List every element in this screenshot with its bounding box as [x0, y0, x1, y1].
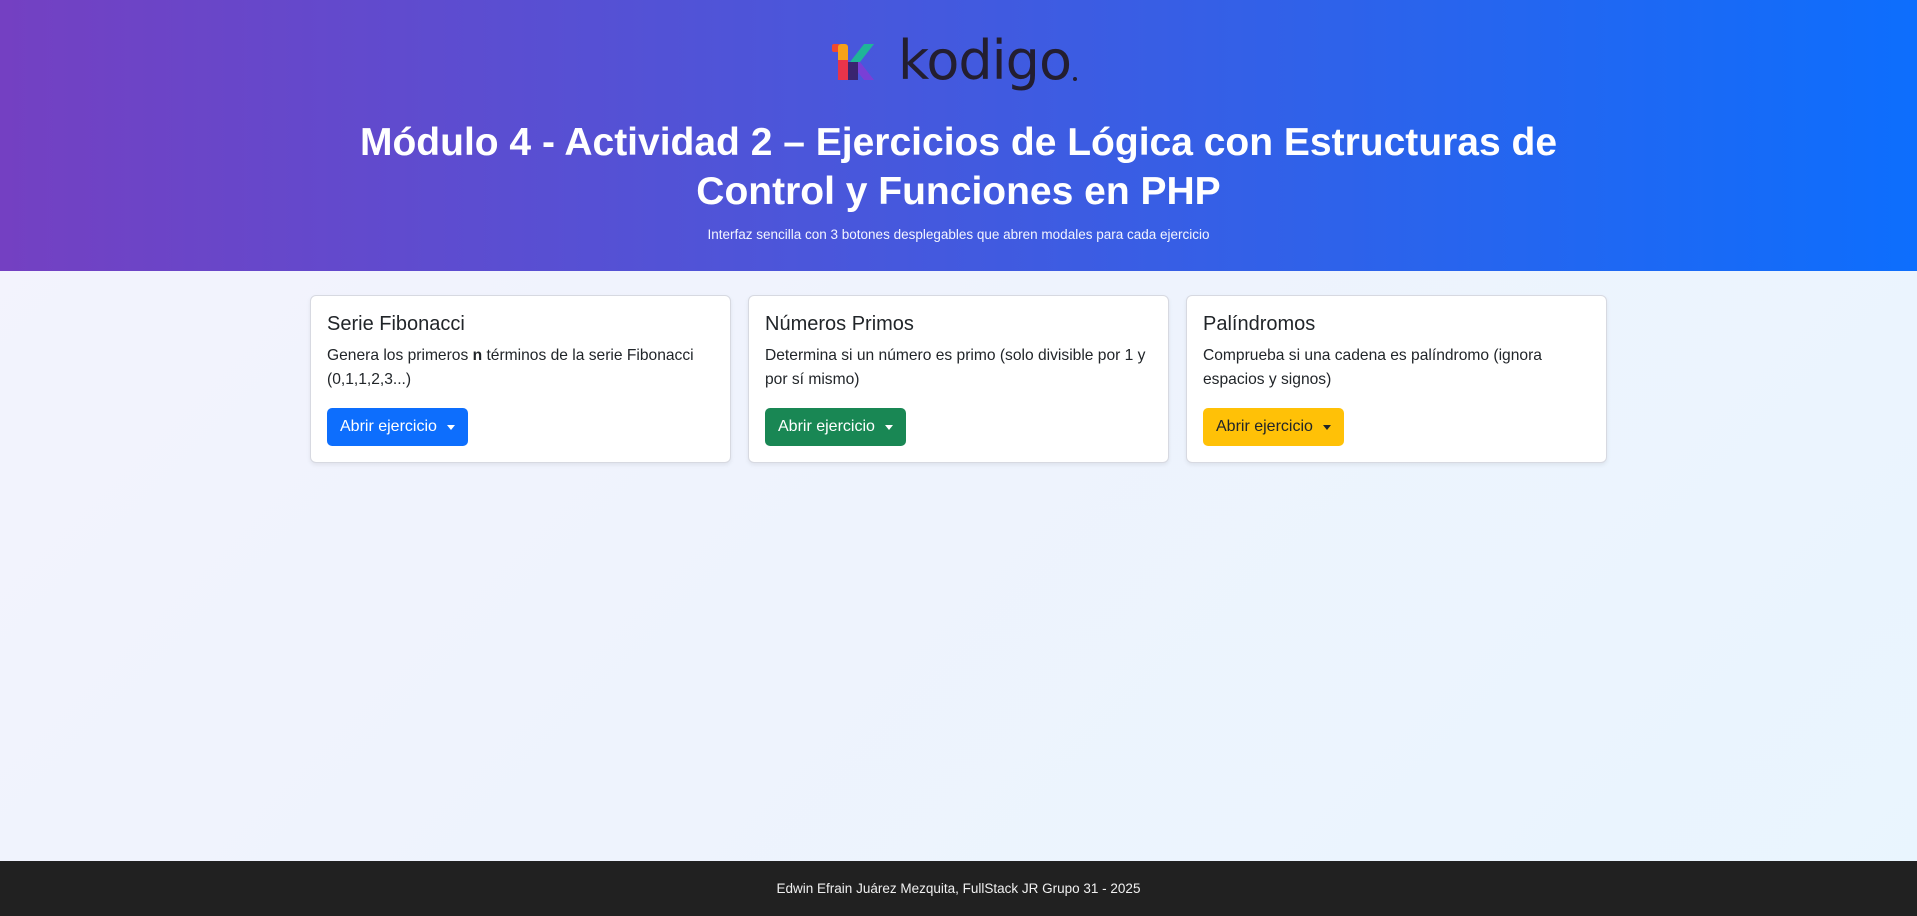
bold-n: n [472, 347, 483, 364]
open-exercise-button-primos[interactable]: Abrir ejercicio [765, 408, 906, 446]
page-footer: Edwin Efrain Juárez Mezquita, FullStack … [0, 861, 1917, 916]
kodigo-logo: kodigo [828, 34, 1088, 94]
exercise-cards: Serie Fibonacci Genera los primeros n té… [310, 295, 1607, 463]
caret-down-icon [1322, 424, 1331, 430]
caret-down-icon [884, 424, 893, 430]
card-primos: Números Primos Determina si un número es… [748, 295, 1169, 463]
open-exercise-button-palindromos[interactable]: Abrir ejercicio [1203, 408, 1344, 446]
page-title: Módulo 4 - Actividad 2 – Ejercicios de L… [359, 121, 1558, 213]
caret-down-icon [446, 424, 455, 430]
card-description: Genera los primeros n términos de la ser… [327, 347, 694, 388]
kodigo-logo-icon [832, 44, 874, 80]
card-description: Comprueba si una cadena es palíndromo (i… [1203, 347, 1542, 388]
button-label: Abrir ejercicio [1216, 418, 1313, 435]
card-title: Números Primos [765, 313, 914, 335]
card-fibonacci: Serie Fibonacci Genera los primeros n té… [310, 295, 731, 463]
button-label: Abrir ejercicio [340, 418, 437, 435]
page-subtitle: Interfaz sencilla con 3 botones desplega… [707, 227, 1210, 242]
card-title: Serie Fibonacci [327, 313, 465, 335]
open-exercise-button-fibonacci[interactable]: Abrir ejercicio [327, 408, 468, 446]
logo-dot [1072, 77, 1077, 81]
button-label: Abrir ejercicio [778, 418, 875, 435]
card-description: Determina si un número es primo (solo di… [765, 347, 1146, 388]
footer-text: Edwin Efrain Juárez Mezquita, FullStack … [776, 881, 1141, 896]
card-palindromos: Palíndromos Comprueba si una cadena es p… [1186, 295, 1607, 463]
card-title: Palíndromos [1203, 313, 1316, 335]
logo-wordmark: kodigo [898, 29, 1072, 92]
page-header: kodigo Módulo 4 - Actividad 2 – Ejercici… [0, 0, 1917, 271]
